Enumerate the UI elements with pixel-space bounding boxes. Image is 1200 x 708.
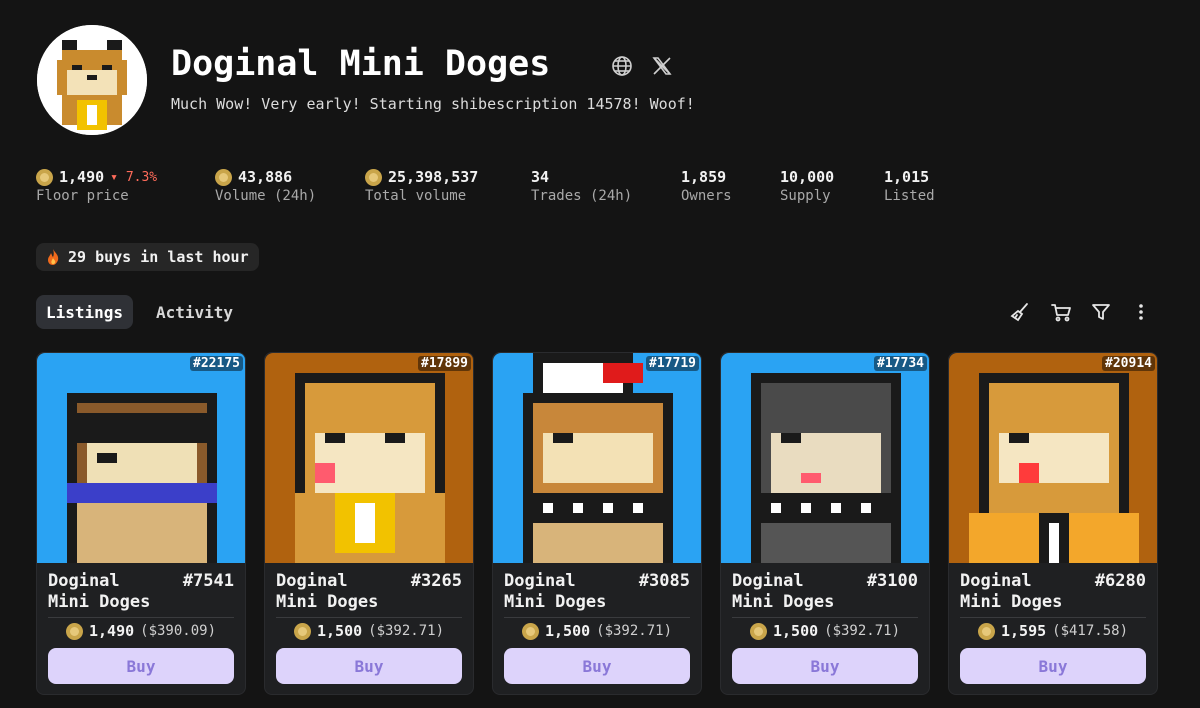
buy-button[interactable]: Buy (276, 648, 462, 684)
volume-label: Volume (24h) (215, 188, 317, 204)
stat-total-volume: 25,398,537 Total volume (365, 166, 478, 204)
buy-button[interactable]: Buy (48, 648, 234, 684)
tab-activity[interactable]: Activity (146, 295, 243, 329)
fire-icon (48, 249, 59, 265)
buy-button[interactable]: Buy (504, 648, 690, 684)
listing-card[interactable]: #17734 Doginal Mini Doges #3100 1,500 ($3… (720, 352, 930, 695)
divider (48, 617, 234, 618)
listing-card[interactable]: #17899 Doginal Mini Doges #3265 1,500 ($3… (264, 352, 474, 695)
card-number: #6280 (1094, 571, 1146, 591)
nft-image[interactable]: #17719 (493, 353, 701, 563)
floor-delta: ▾ 7.3% (110, 169, 158, 185)
price-value: 1,595 (1000, 622, 1047, 640)
x-icon[interactable] (650, 54, 674, 78)
trades-label: Trades (24h) (531, 188, 633, 204)
coin-icon (749, 622, 767, 640)
floor-delta-value: 7.3% (125, 169, 158, 185)
listing-card[interactable]: #20914 Doginal Mini Doges #6280 1,595 ($4… (948, 352, 1158, 695)
coin-icon (365, 168, 382, 186)
inscription-tag: #20914 (1102, 356, 1155, 371)
buy-button[interactable]: Buy (960, 648, 1146, 684)
price-usd: ($390.09) (140, 623, 216, 639)
price-usd: ($417.58) (1052, 623, 1128, 639)
listing-card[interactable]: #17719 Doginal Mini Doges #3085 1,500 ($3… (492, 352, 702, 695)
price-value: 1,500 (544, 622, 591, 640)
divider (504, 617, 690, 618)
card-price: 1,595 ($417.58) (949, 622, 1157, 640)
listed-value: 1,015 (884, 168, 930, 186)
nft-image[interactable]: #22175 (37, 353, 245, 563)
supply-label: Supply (780, 188, 831, 204)
stat-supply: 10,000 Supply (780, 166, 834, 204)
divider (960, 617, 1146, 618)
collection-avatar (37, 25, 147, 135)
globe-icon[interactable] (610, 54, 634, 78)
card-number: #3100 (866, 571, 918, 591)
coin-icon (521, 622, 539, 640)
coin-icon (977, 622, 995, 640)
floor-value: 1,490 (59, 168, 105, 186)
inscription-tag: #22175 (190, 356, 243, 371)
listing-card[interactable]: #22175 Doginal Mini Doges #7541 1,490 ($3… (36, 352, 246, 695)
collection-description: Much Wow! Very early! Starting shibescri… (171, 95, 695, 113)
card-number: #7541 (182, 571, 234, 591)
stat-trades: 34 Trades (24h) (531, 166, 632, 204)
price-value: 1,500 (772, 622, 819, 640)
stat-owners: 1,859 Owners (681, 166, 732, 204)
price-usd: ($392.71) (368, 623, 444, 639)
recent-buys-text: 29 buys in last hour (68, 248, 249, 266)
owners-value: 1,859 (681, 168, 727, 186)
price-value: 1,490 (88, 622, 135, 640)
card-name: Doginal Mini Doges (276, 571, 379, 612)
inscription-tag: #17899 (418, 356, 471, 371)
inscription-tag: #17719 (646, 356, 699, 371)
price-usd: ($392.71) (596, 623, 672, 639)
supply-value: 10,000 (780, 168, 835, 186)
card-price: 1,500 ($392.71) (265, 622, 473, 640)
coin-icon (215, 168, 232, 186)
card-number: #3265 (410, 571, 462, 591)
coin-icon (65, 622, 83, 640)
collection-title: Doginal Mini Doges (171, 44, 551, 84)
buy-button[interactable]: Buy (732, 648, 918, 684)
card-price: 1,490 ($390.09) (37, 622, 245, 640)
card-name: Doginal Mini Doges (960, 571, 1063, 612)
divider (276, 617, 462, 618)
owners-label: Owners (681, 188, 732, 204)
listed-label: Listed (884, 188, 935, 204)
nft-image[interactable]: #20914 (949, 353, 1157, 563)
card-name: Doginal Mini Doges (732, 571, 835, 612)
coin-icon (293, 622, 311, 640)
filter-icon[interactable] (1090, 301, 1112, 323)
total-volume-label: Total volume (365, 188, 467, 204)
trades-value: 34 (531, 168, 550, 186)
more-icon[interactable] (1130, 301, 1152, 323)
price-usd: ($392.71) (824, 623, 900, 639)
stat-listed: 1,015 Listed (884, 166, 935, 204)
price-value: 1,500 (316, 622, 363, 640)
volume-value: 43,886 (238, 168, 293, 186)
inscription-tag: #17734 (874, 356, 927, 371)
nft-image[interactable]: #17899 (265, 353, 473, 563)
total-volume-value: 25,398,537 (388, 168, 479, 186)
sweep-icon[interactable] (1009, 301, 1031, 323)
stat-volume-24h: 43,886 Volume (24h) (215, 166, 316, 204)
cart-icon[interactable] (1050, 301, 1072, 323)
stat-floor-price: 1,490 ▾ 7.3% Floor price (36, 166, 157, 204)
divider (732, 617, 918, 618)
recent-buys-badge: 29 buys in last hour (36, 243, 259, 271)
card-price: 1,500 ($392.71) (721, 622, 929, 640)
nft-image[interactable]: #17734 (721, 353, 929, 563)
coin-icon (36, 168, 53, 186)
tab-listings[interactable]: Listings (36, 295, 134, 329)
card-name: Doginal Mini Doges (48, 571, 151, 612)
floor-label: Floor price (36, 188, 129, 204)
card-number: #3085 (638, 571, 690, 591)
card-price: 1,500 ($392.71) (493, 622, 701, 640)
card-name: Doginal Mini Doges (504, 571, 607, 612)
